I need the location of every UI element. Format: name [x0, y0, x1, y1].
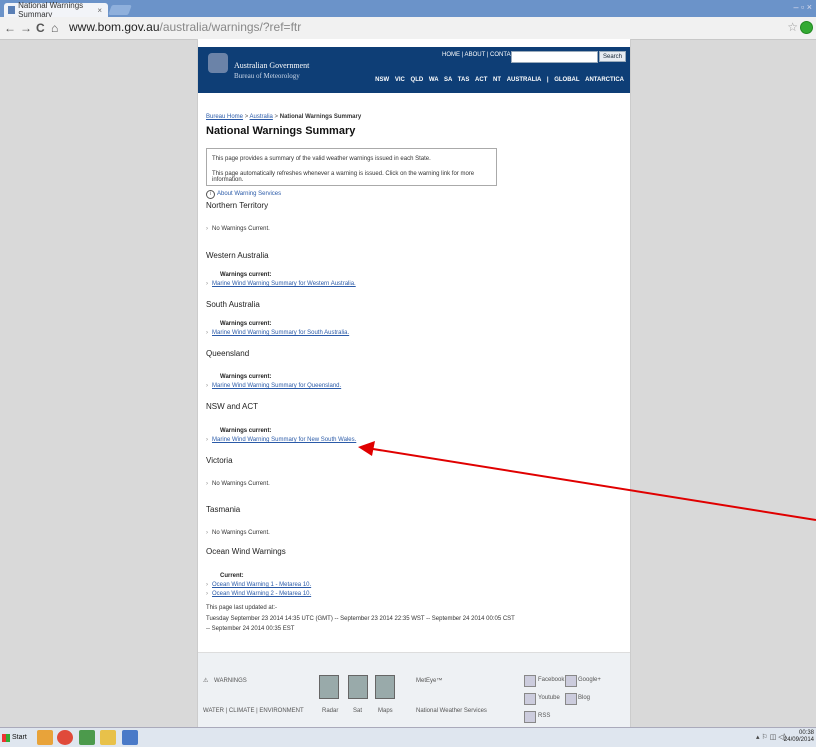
arrow-line — [372, 448, 816, 521]
clock[interactable]: 00:38 24/09/2014 — [784, 730, 814, 744]
annotation-arrow — [358, 441, 816, 521]
taskbar: Start ▴ ⚐ ◫ ◁) 00:38 24/09/2014 — [0, 727, 816, 747]
chrome-taskbar-icon[interactable] — [57, 730, 73, 745]
arrow-head — [358, 441, 375, 456]
start-label: Start — [12, 734, 27, 741]
clock-date: 24/09/2014 — [783, 737, 814, 743]
start-button[interactable]: Start — [2, 730, 32, 745]
explorer-taskbar-icon[interactable] — [100, 730, 116, 745]
windows-logo-icon — [2, 733, 10, 742]
excel-taskbar-icon[interactable] — [79, 730, 95, 745]
clock-time: 00:38 — [798, 730, 814, 736]
system-tray-icons[interactable]: ▴ ⚐ ◫ ◁) — [756, 733, 786, 741]
powerpoint-taskbar-icon[interactable] — [37, 730, 53, 745]
word-taskbar-icon[interactable] — [122, 730, 138, 745]
